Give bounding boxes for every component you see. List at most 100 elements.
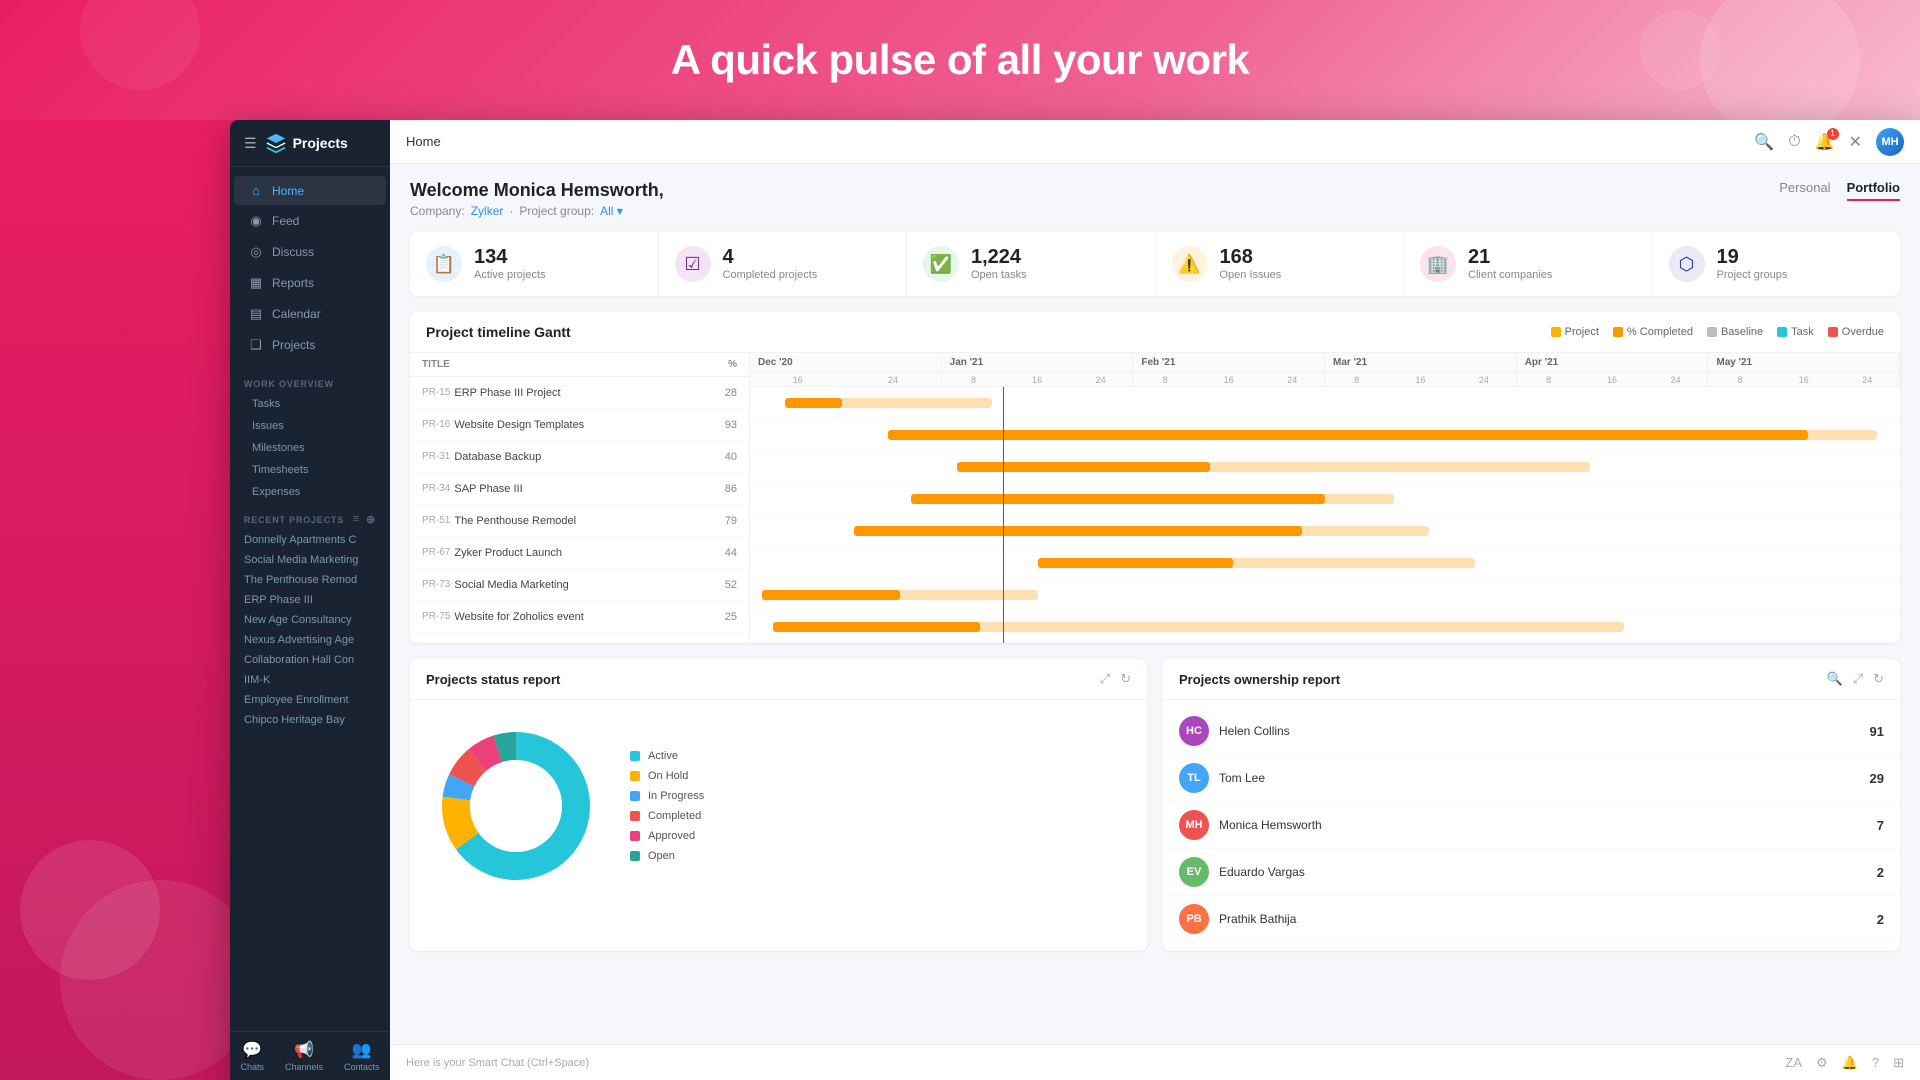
gantt-section: Project timeline Gantt Project % Complet…	[410, 312, 1900, 643]
tab-portfolio[interactable]: Portfolio	[1847, 180, 1900, 201]
stat-clients-label: Client companies	[1468, 269, 1552, 281]
gantt-row-pr16[interactable]: PR-16 Website Design Templates 93	[410, 409, 749, 441]
stat-active-projects[interactable]: 📋 134 Active projects	[410, 232, 659, 296]
owner-name-tom: Tom Lee	[1219, 771, 1870, 785]
chat-lang-icon[interactable]: ZA	[1785, 1055, 1802, 1070]
sidebar-item-timesheets[interactable]: Timesheets	[230, 459, 390, 481]
gantt-row-pr73[interactable]: PR-73 Social Media Marketing 52	[410, 569, 749, 601]
recent-project-7[interactable]: Collaboration Hall Con	[230, 650, 390, 670]
recent-project-3[interactable]: The Penthouse Remod	[230, 570, 390, 590]
notifications-icon[interactable]: 🔔 1	[1815, 132, 1835, 152]
owner-name-eduardo: Eduardo Vargas	[1219, 865, 1877, 879]
refresh-report-icon[interactable]: ↻	[1873, 671, 1884, 687]
legend-approved-sq	[630, 831, 640, 841]
chat-placeholder[interactable]: Here is your Smart Chat (Ctrl+Space)	[406, 1057, 1785, 1069]
bottom-sections: Projects status report ⤢ ↻	[410, 659, 1900, 951]
recent-project-2[interactable]: Social Media Marketing	[230, 550, 390, 570]
sidebar-item-discuss[interactable]: ◎ Discuss	[234, 237, 386, 267]
legend-open-sq	[630, 851, 640, 861]
sidebar-item-issues[interactable]: Issues	[230, 415, 390, 437]
recent-project-5[interactable]: New Age Consultancy	[230, 610, 390, 630]
sidebar-item-feed[interactable]: ◉ Feed	[234, 206, 386, 236]
owner-row-monica[interactable]: MH Monica Hemsworth 7	[1163, 802, 1900, 849]
sidebar-item-expenses[interactable]: Expenses	[230, 481, 390, 503]
sidebar-item-tasks[interactable]: Tasks	[230, 393, 390, 415]
stat-groups-label: Project groups	[1717, 269, 1788, 281]
gantt-row-pr75[interactable]: PR-75 Website for Zoholics event 25	[410, 601, 749, 633]
sidebar-item-feed-label: Feed	[272, 214, 299, 228]
search-small-icon[interactable]: ⊕	[366, 513, 376, 526]
legend-baseline-dot	[1707, 327, 1717, 337]
search-report-icon[interactable]: 🔍	[1827, 671, 1843, 687]
notification-badge: 1	[1827, 128, 1839, 140]
gantt-row-pr34[interactable]: PR-34 SAP Phase III 86	[410, 473, 749, 505]
expand-icon[interactable]: ⤢	[1100, 671, 1110, 687]
gantt-left-panel: TITLE % PR-15 ERP Phase III Project 28 P…	[410, 353, 750, 643]
bottom-nav-contacts[interactable]: 👥 Contacts	[344, 1040, 380, 1072]
owner-avatar-helen: HC	[1179, 716, 1209, 746]
owner-name-helen: Helen Collins	[1219, 724, 1870, 738]
stat-completed-projects[interactable]: ☑ 4 Completed projects	[659, 232, 908, 296]
recent-project-1[interactable]: Donnelly Apartments C	[230, 530, 390, 550]
sidebar-item-projects[interactable]: ❑ Projects	[234, 330, 386, 360]
chart-legend: Active On Hold In Progress	[630, 750, 704, 862]
refresh-icon[interactable]: ↻	[1120, 671, 1131, 687]
owner-row-eduardo[interactable]: EV Eduardo Vargas 2	[1163, 849, 1900, 896]
recent-projects-label: RECENT PROJECTS ≡ ⊕	[230, 503, 390, 530]
recent-project-8[interactable]: IIM-K	[230, 670, 390, 690]
reports-icon: ▦	[248, 275, 264, 291]
row-pct-pr16: 93	[707, 419, 737, 431]
legend-active: Active	[630, 750, 704, 762]
sidebar-bottom-nav: 💬 Chats 📢 Channels 👥 Contacts	[230, 1031, 390, 1080]
gantt-row-pr51[interactable]: PR-51 The Penthouse Remodel 79	[410, 505, 749, 537]
recent-project-6[interactable]: Nexus Advertising Age	[230, 630, 390, 650]
gantt-row-pr15[interactable]: PR-15 ERP Phase III Project 28	[410, 377, 749, 409]
project-group-label: Project group:	[519, 204, 594, 218]
chat-grid-icon[interactable]: ⊞	[1893, 1055, 1904, 1071]
chat-settings-icon[interactable]: ⚙	[1816, 1055, 1828, 1071]
project-group-value[interactable]: All ▾	[600, 204, 623, 218]
owner-row-helen[interactable]: HC Helen Collins 91	[1163, 708, 1900, 755]
sidebar-header: ☰ Projects	[230, 120, 390, 167]
row-name-pr16: Website Design Templates	[454, 419, 707, 431]
app-container: ☰ Projects ⌂ Home ◉ Feed ◎ Discus	[230, 120, 1920, 1080]
sidebar-item-milestones[interactable]: Milestones	[230, 437, 390, 459]
gantt-row-pr31[interactable]: PR-31 Database Backup 40	[410, 441, 749, 473]
stat-open-issues[interactable]: ⚠️ 168 Open Issues	[1156, 232, 1405, 296]
recent-project-10[interactable]: Chipco Heritage Bay	[230, 710, 390, 730]
bottom-nav-channels[interactable]: 📢 Channels	[285, 1040, 323, 1072]
company-name[interactable]: Zylker	[471, 204, 504, 218]
expand-report-icon[interactable]: ⤢	[1853, 671, 1863, 687]
list-view-icon[interactable]: ≡	[353, 513, 360, 526]
stat-project-groups[interactable]: ⬡ 19 Project groups	[1653, 232, 1901, 296]
owner-row-prathik[interactable]: PB Prathik Bathija 2	[1163, 896, 1900, 943]
owner-row-tom[interactable]: TL Tom Lee 29	[1163, 755, 1900, 802]
hamburger-icon[interactable]: ☰	[244, 135, 257, 152]
month-apr21: Apr '21 8 16 24	[1517, 353, 1709, 386]
sidebar-item-reports[interactable]: ▦ Reports	[234, 268, 386, 298]
tab-personal[interactable]: Personal	[1779, 180, 1830, 201]
sidebar-item-calendar[interactable]: ▤ Calendar	[234, 299, 386, 329]
stat-client-companies[interactable]: 🏢 21 Client companies	[1404, 232, 1653, 296]
timer-icon[interactable]: ⏱	[1788, 133, 1800, 151]
stat-open-tasks[interactable]: ✅ 1,224 Open tasks	[907, 232, 1156, 296]
bottom-nav-chats[interactable]: 💬 Chats	[240, 1040, 264, 1072]
breadcrumb: Home	[406, 134, 441, 149]
chat-help-icon[interactable]: ?	[1872, 1055, 1879, 1070]
open-tasks-icon: ✅	[923, 246, 959, 282]
stat-groups-number: 19	[1717, 247, 1788, 267]
bar-fill-pr75	[773, 622, 980, 632]
recent-project-4[interactable]: ERP Phase III	[230, 590, 390, 610]
gantt-legend: Project % Completed Baseline Task	[1551, 326, 1884, 338]
owner-count-helen: 91	[1870, 724, 1884, 739]
sidebar-item-home-label: Home	[272, 184, 304, 198]
user-avatar[interactable]: MH	[1876, 128, 1904, 156]
chat-bell-icon[interactable]: 🔔	[1842, 1055, 1858, 1071]
recent-project-9[interactable]: Employee Enrollment	[230, 690, 390, 710]
close-icon[interactable]: ✕	[1849, 132, 1862, 152]
ownership-report-header: Projects ownership report 🔍 ⤢ ↻	[1163, 659, 1900, 700]
search-icon[interactable]: 🔍	[1754, 132, 1774, 152]
sidebar-item-home[interactable]: ⌂ Home	[234, 176, 386, 205]
gantt-row-pr67[interactable]: PR-67 Zyker Product Launch 44	[410, 537, 749, 569]
stat-groups-info: 19 Project groups	[1717, 247, 1788, 281]
